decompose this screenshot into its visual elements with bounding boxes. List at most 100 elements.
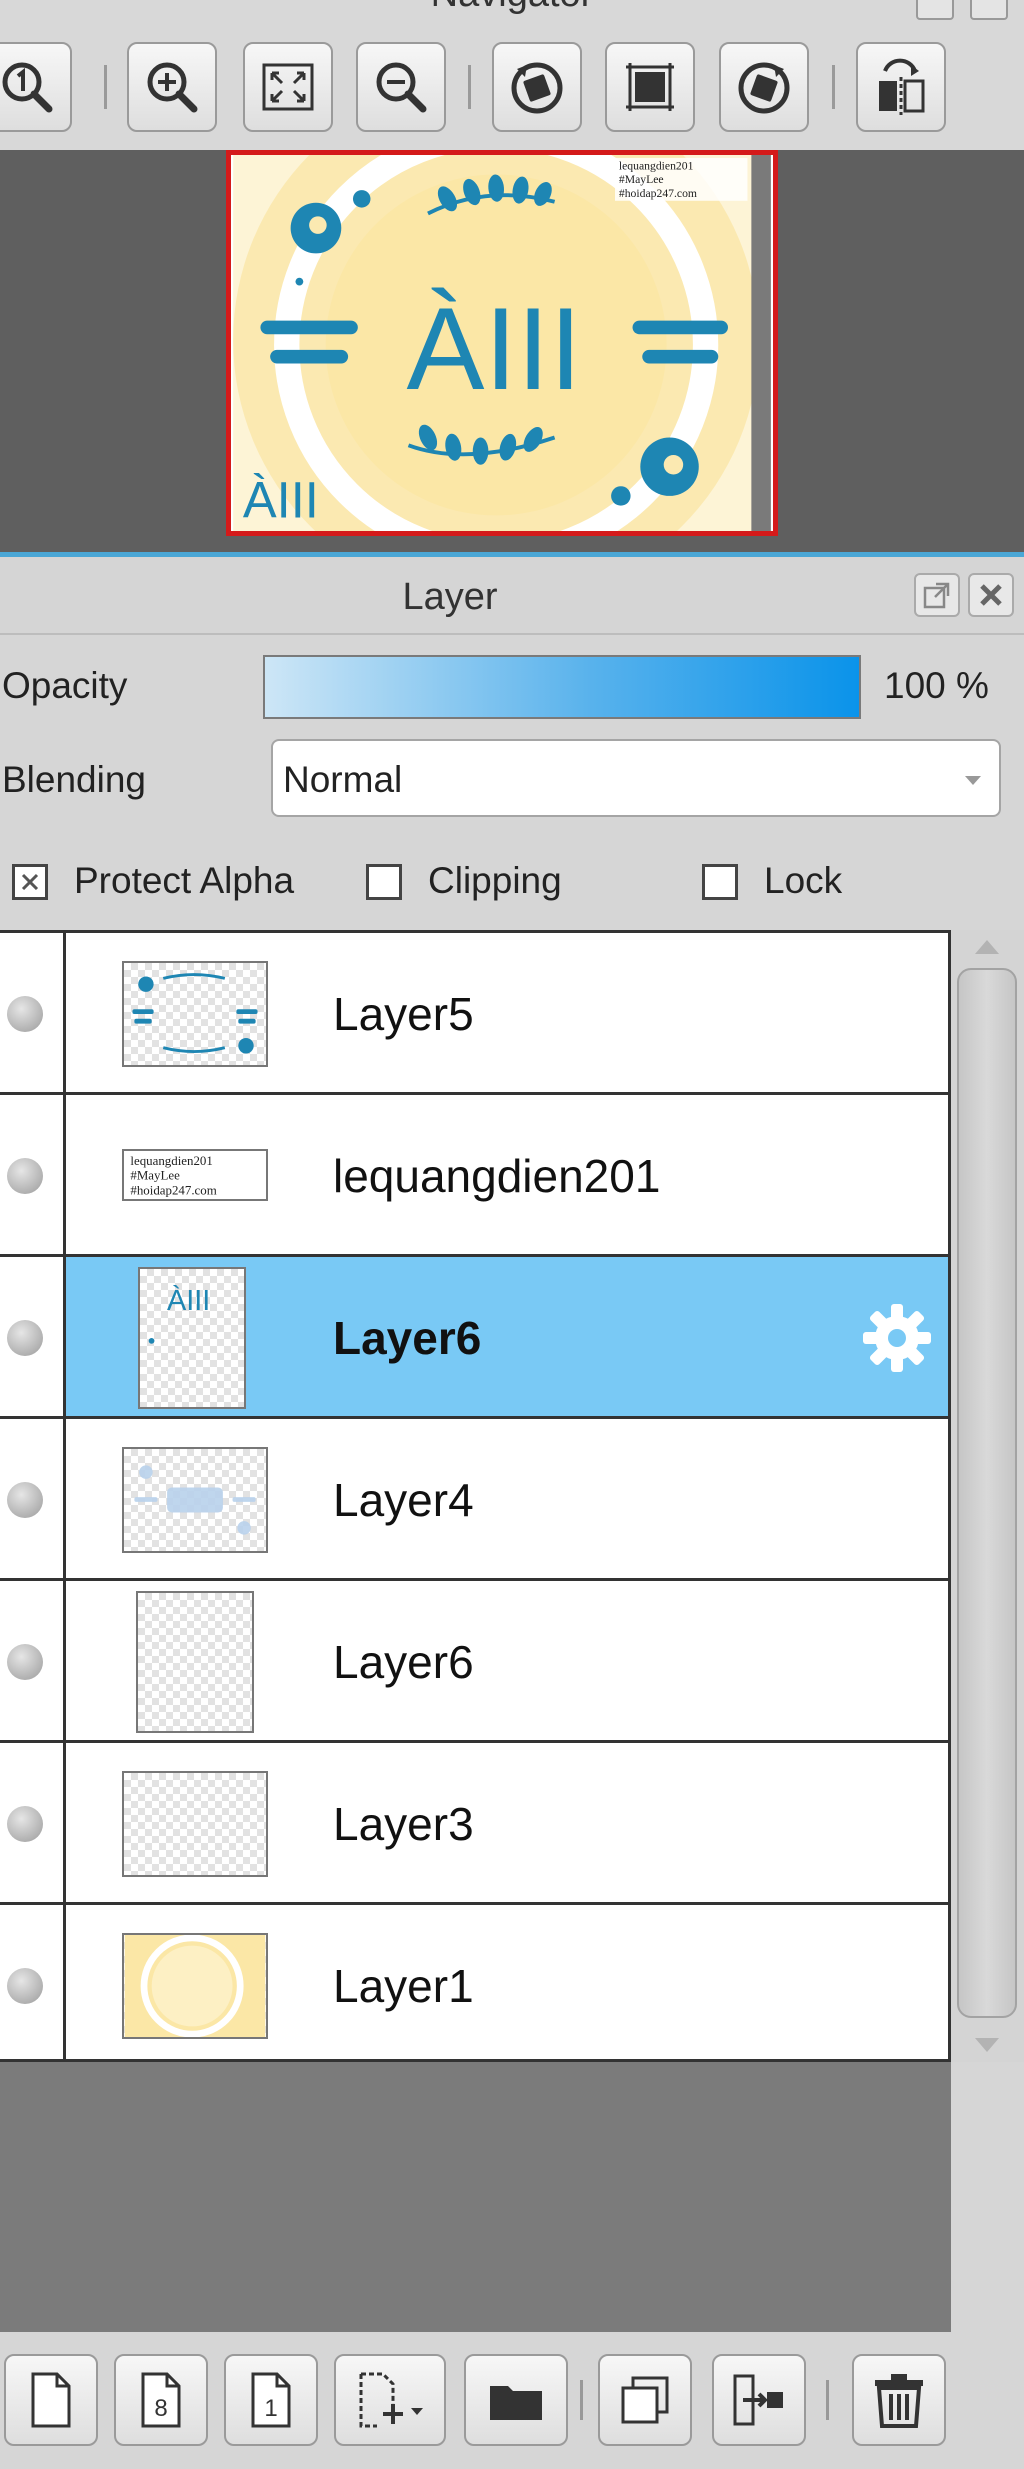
- layer-name: lequangdien201: [333, 1150, 661, 1202]
- gear-icon[interactable]: [860, 1301, 934, 1375]
- duplicate-layer-button[interactable]: [598, 2354, 692, 2446]
- layer-thumbnail: [122, 1933, 268, 2039]
- layer-thumbnail: [122, 1771, 268, 1877]
- visibility-toggle[interactable]: [0, 1257, 66, 1416]
- toolbar-separator: [104, 65, 107, 109]
- canvas-thumbnail[interactable]: ÀIII ÀIII lequangdien201 #MayLee #hoidap…: [226, 150, 778, 536]
- navigator-close-button[interactable]: [970, 0, 1008, 20]
- rotate-right-icon: [738, 62, 790, 114]
- add-layer-dropdown-icon: [359, 2372, 423, 2428]
- layer-thumbnail: ÀIII: [138, 1267, 246, 1409]
- layer-name: Layer1: [333, 1960, 474, 2012]
- scroll-up-arrow-icon[interactable]: [975, 940, 999, 954]
- layer-panel-title: Layer: [402, 576, 498, 618]
- background-thumbnail: [124, 1935, 266, 2037]
- merge-down-button[interactable]: [712, 2354, 806, 2446]
- layer-row[interactable]: Layer1: [0, 1905, 948, 2067]
- new-layer-button[interactable]: [4, 2354, 98, 2446]
- layer-list-empty-area: [0, 2062, 951, 2332]
- new-1bit-layer-button[interactable]: 1: [224, 2354, 318, 2446]
- zoom-actual-size-button[interactable]: [0, 42, 72, 132]
- opacity-slider[interactable]: [263, 655, 861, 719]
- navigator-detach-button[interactable]: [916, 0, 954, 20]
- scroll-down-arrow-icon[interactable]: [975, 2038, 999, 2052]
- thumb-text-line-1: lequangdien201: [130, 1153, 212, 1168]
- lock-label: Lock: [764, 860, 843, 901]
- new-8bit-layer-button[interactable]: 8: [114, 2354, 208, 2446]
- eye-icon: [7, 1806, 43, 1842]
- layer-row-selected[interactable]: ÀIII Layer6: [0, 1257, 948, 1419]
- watermark-line-2: #MayLee: [619, 173, 664, 186]
- add-layer-menu-button[interactable]: [334, 2354, 446, 2446]
- layer-name: Layer6: [333, 1312, 482, 1364]
- trash-icon: [875, 2374, 923, 2428]
- flip-horizontal-icon: [879, 58, 925, 115]
- layer-row[interactable]: Layer3: [0, 1743, 948, 1905]
- layer-thumbnail: [122, 961, 268, 1067]
- layer-detach-button[interactable]: [914, 573, 960, 617]
- zoom-out-button[interactable]: [356, 42, 446, 132]
- layer-name: Layer3: [333, 1798, 474, 1850]
- eye-icon: [7, 1968, 43, 2004]
- magnifier-minus-icon: [376, 62, 427, 113]
- layer-close-button[interactable]: [968, 573, 1014, 617]
- lock-checkbox[interactable]: [702, 864, 738, 900]
- navigator-title-bar: Navigator: [0, 0, 1024, 20]
- layer-list: Layer5 lequangdien201 #MayLee #hoidap247…: [0, 930, 951, 2067]
- layer-row[interactable]: Layer4: [0, 1419, 948, 1581]
- page-8-icon: 8: [141, 2372, 181, 2428]
- close-icon: [980, 584, 1002, 606]
- thumb-text-line-2: #MayLee: [130, 1168, 180, 1183]
- page-8-glyph: 8: [154, 2395, 167, 2422]
- layer-toolbar: 8 1: [0, 2332, 1024, 2469]
- thumb-text-line-3: #hoidap247.com: [130, 1182, 216, 1197]
- eye-icon: [7, 1482, 43, 1518]
- layer-row[interactable]: Layer6: [0, 1581, 948, 1743]
- eye-icon: [7, 1644, 43, 1680]
- layer-panel-header: Layer: [0, 557, 1024, 635]
- blending-label: Blending: [2, 759, 147, 800]
- layer-thumbnail: [136, 1591, 254, 1733]
- faint-artwork-thumbnail: [134, 1465, 256, 1535]
- scrollbar-thumb[interactable]: [957, 968, 1017, 2018]
- flip-horizontal-button[interactable]: [856, 42, 946, 132]
- layer-scrollbar[interactable]: [951, 930, 1024, 2062]
- fit-screen-icon: [262, 63, 314, 111]
- visibility-toggle[interactable]: [0, 1905, 66, 2067]
- opacity-label: Opacity: [2, 665, 128, 706]
- delete-layer-button[interactable]: [852, 2354, 946, 2446]
- visibility-toggle[interactable]: [0, 1419, 66, 1578]
- toolbar-separator: [580, 2380, 583, 2420]
- rotate-right-button[interactable]: [719, 42, 809, 132]
- reset-view-button[interactable]: [605, 42, 695, 132]
- aiii-thumbnail: ÀIII: [148, 1284, 210, 1344]
- new-folder-button[interactable]: [464, 2354, 568, 2446]
- text-thumbnail: lequangdien201 #MayLee #hoidap247.com: [130, 1153, 216, 1198]
- visibility-toggle[interactable]: [0, 1095, 66, 1254]
- artwork-preview: ÀIII ÀIII lequangdien201 #MayLee #hoidap…: [233, 155, 771, 531]
- rotate-left-icon: [511, 62, 563, 114]
- fit-to-window-button[interactable]: [243, 42, 333, 132]
- magnifier-1-icon: [2, 62, 53, 113]
- layer-row[interactable]: Layer5: [0, 933, 948, 1095]
- clipping-label: Clipping: [428, 860, 562, 901]
- zoom-in-button[interactable]: [127, 42, 217, 132]
- visibility-toggle[interactable]: [0, 933, 66, 1092]
- layer-name: Layer4: [333, 1474, 474, 1526]
- toolbar-separator: [832, 65, 835, 109]
- page-1-glyph: 1: [264, 2395, 277, 2422]
- protect-alpha-label: Protect Alpha: [74, 860, 295, 901]
- protect-alpha-checkbox[interactable]: [12, 864, 48, 900]
- thumb-aiii-text: ÀIII: [167, 1284, 210, 1317]
- visibility-toggle[interactable]: [0, 1581, 66, 1740]
- chevron-down-icon: [965, 776, 981, 785]
- clipping-checkbox[interactable]: [366, 864, 402, 900]
- visibility-toggle[interactable]: [0, 1743, 66, 1902]
- rotate-left-button[interactable]: [492, 42, 582, 132]
- eye-icon: [7, 996, 43, 1032]
- layer-row[interactable]: lequangdien201 #MayLee #hoidap247.com le…: [0, 1095, 948, 1257]
- blending-dropdown[interactable]: Normal: [271, 739, 1001, 817]
- watermark-line-3: #hoidap247.com: [619, 187, 697, 200]
- detach-icon: [923, 582, 950, 609]
- navigator-preview[interactable]: ÀIII ÀIII lequangdien201 #MayLee #hoidap…: [0, 150, 1024, 552]
